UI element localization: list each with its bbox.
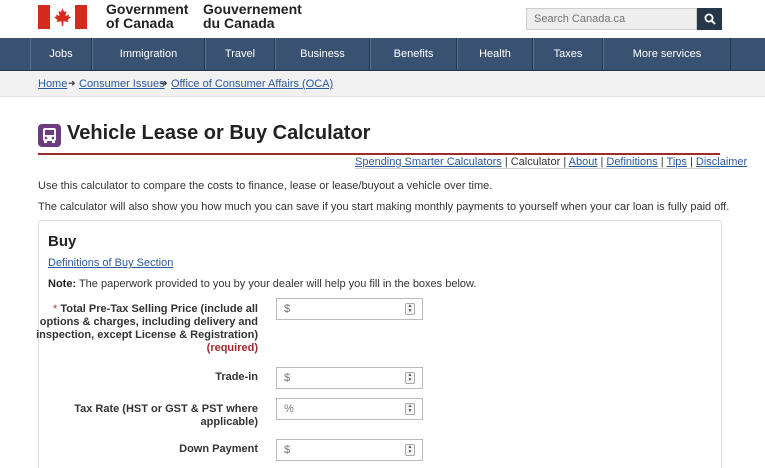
price-field-label: * Total Pre-Tax Selling Price (include a… xyxy=(36,303,258,355)
tax-rate-label-line1: Tax Rate (HST or GST & PST where xyxy=(74,403,258,415)
trade-in-input[interactable] xyxy=(276,367,423,389)
breadcrumb: Home ➜ Consumer Issues ➜ Office of Consu… xyxy=(0,71,765,97)
breadcrumb-consumer-issues[interactable]: Consumer Issues xyxy=(79,78,165,90)
government-of-canada-wordmark[interactable]: Government of Canada xyxy=(106,2,188,30)
sub-nav-calculator: Calculator xyxy=(510,156,561,168)
nav-item-taxes[interactable]: Taxes xyxy=(533,38,603,70)
buy-note: Note: The paperwork provided to you by y… xyxy=(48,278,476,290)
gouvernement-du-canada-wordmark[interactable]: Gouvernement du Canada xyxy=(203,2,302,30)
price-label-line1: Total Pre-Tax Selling Price (include all xyxy=(60,303,258,315)
sub-nav-definitions[interactable]: Definitions xyxy=(606,156,657,168)
bus-icon xyxy=(38,124,61,147)
buy-definitions-link[interactable]: Definitions of Buy Section xyxy=(48,257,173,269)
breadcrumb-oca[interactable]: Office of Consumer Affairs (OCA) xyxy=(171,78,333,90)
site-header: Government of Canada Gouvernement du Can… xyxy=(0,0,765,38)
search-icon xyxy=(704,13,716,25)
sub-nav-disclaimer[interactable]: Disclaimer xyxy=(696,156,747,168)
gov-en-line2: of Canada xyxy=(106,15,174,31)
trade-in-label: Trade-in xyxy=(215,371,258,383)
gov-fr-line1: Gouvernement xyxy=(203,1,302,17)
nav-item-health[interactable]: Health xyxy=(457,38,533,70)
nav-item-business[interactable]: Business xyxy=(275,38,370,70)
gov-fr-line2: du Canada xyxy=(203,15,275,31)
page-title: Vehicle Lease or Buy Calculator xyxy=(67,122,371,144)
main-nav: Jobs Immigration Travel Business Benefit… xyxy=(0,38,765,71)
tax-rate-label: Tax Rate (HST or GST & PST where applica… xyxy=(74,403,258,429)
note-label: Note: xyxy=(48,278,77,290)
nav-item-immigration[interactable]: Immigration xyxy=(92,38,205,70)
selling-price-stepper[interactable]: ▲ ▼ xyxy=(405,303,415,315)
breadcrumb-arrow-icon: ➜ xyxy=(68,78,76,88)
down-payment-label: Down Payment xyxy=(179,443,258,455)
price-label-line3: inspection, except License & Registratio… xyxy=(36,329,258,341)
breadcrumb-home[interactable]: Home xyxy=(38,78,67,90)
sub-nav-underline xyxy=(355,168,720,169)
note-text: The paperwork provided to you by your de… xyxy=(76,278,477,290)
nav-item-jobs[interactable]: Jobs xyxy=(30,38,92,70)
price-required-text: (required) xyxy=(206,342,258,354)
tax-rate-label-line2: applicable) xyxy=(200,416,258,428)
tax-rate-stepper[interactable]: ▲ ▼ xyxy=(405,403,415,415)
gov-en-line1: Government xyxy=(106,1,189,17)
sub-nav-about[interactable]: About xyxy=(569,156,598,168)
buy-section-title: Buy xyxy=(48,233,77,250)
nav-item-more-services[interactable]: More services xyxy=(603,38,731,70)
sub-nav-tips[interactable]: Tips xyxy=(667,156,687,168)
nav-item-benefits[interactable]: Benefits xyxy=(370,38,457,70)
breadcrumb-arrow-icon: ➜ xyxy=(160,78,168,88)
price-label-line2: options & charges, including delivery an… xyxy=(39,316,258,328)
nav-item-travel[interactable]: Travel xyxy=(205,38,275,70)
tax-rate-input[interactable] xyxy=(276,398,423,420)
search-button[interactable] xyxy=(697,8,722,30)
canada-flag-icon[interactable] xyxy=(38,5,87,29)
selling-price-input[interactable] xyxy=(276,298,423,320)
intro-paragraph-2: The calculator will also show you how mu… xyxy=(38,201,730,213)
intro-paragraph-1: Use this calculator to compare the costs… xyxy=(38,180,493,192)
search-input[interactable] xyxy=(526,8,697,30)
down-payment-input[interactable] xyxy=(276,439,423,461)
trade-in-stepper[interactable]: ▲ ▼ xyxy=(405,372,415,384)
sub-nav-spending-smarter[interactable]: Spending Smarter Calculators xyxy=(355,156,502,168)
down-payment-stepper[interactable]: ▲ ▼ xyxy=(405,444,415,456)
title-divider xyxy=(38,153,720,155)
